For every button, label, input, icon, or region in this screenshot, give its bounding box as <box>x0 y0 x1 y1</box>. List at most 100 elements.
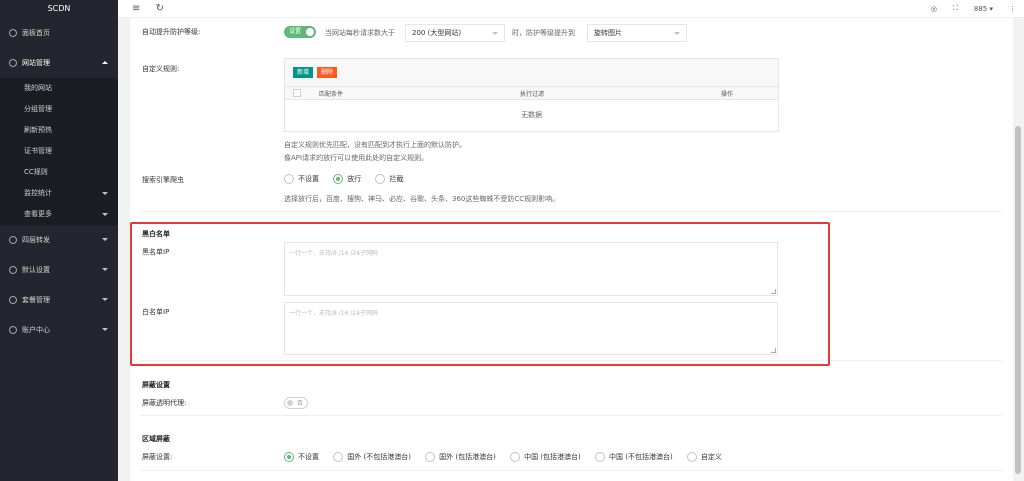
skin-icon[interactable]: ◎ <box>931 5 937 13</box>
column-header: 执行过滤 <box>520 90 545 98</box>
spider-note: 选择放行后，百度、搜狗、神马、必应、谷歌、头条、360这些蜘蛛不受防CC规则影响… <box>284 195 560 203</box>
threshold-value: 200 (大型网站) <box>412 29 462 37</box>
menu-toggle-icon[interactable]: ≡ <box>132 3 140 14</box>
home-icon <box>9 29 17 37</box>
region-title: 区域屏蔽 <box>142 435 170 443</box>
column-header: 匹配条件 <box>319 90 344 98</box>
blacklist-label: 黑名单IP <box>142 248 170 256</box>
divider <box>140 415 1002 416</box>
empty-state: 无数据 <box>521 111 542 119</box>
sidebar-subitem-groups[interactable]: 分组管理 <box>0 99 118 120</box>
radio-label: 中国 (包括港澳台) <box>524 453 581 461</box>
topbar: ≡ ↻ ◎ ⛶ 885 ▾ ⋮ <box>118 0 1024 18</box>
custom-rules-table: 新增 删除 匹配条件 执行过滤 操作 无数据 <box>284 58 779 132</box>
sidebar-item-sites[interactable]: 网站管理 <box>0 48 118 78</box>
select-all-checkbox[interactable] <box>293 89 301 97</box>
radio-icon <box>686 452 697 462</box>
radio-checked-icon <box>284 452 294 462</box>
region-radio-group: 不设置 国外 (不包括港澳台) 国外 (包括港澳台) 中国 (包括港澳台) 中国… <box>284 452 734 464</box>
auto-protect-text-after: 时，防护等级提升到 <box>512 29 575 37</box>
divider <box>140 211 1002 212</box>
spider-option-none[interactable]: 不设置 <box>284 174 319 184</box>
refresh-icon[interactable]: ↻ <box>156 3 164 14</box>
resize-grip-icon[interactable] <box>771 348 776 353</box>
region-option-foreign-incl[interactable]: 国外 (包括港澳台) <box>425 452 496 462</box>
sidebar-subitem-monitor[interactable]: 监控统计 <box>0 183 118 204</box>
add-rule-button[interactable]: 新增 <box>293 67 314 78</box>
chevron-down-icon <box>674 32 680 35</box>
fullscreen-icon[interactable]: ⛶ <box>953 4 958 13</box>
chevron-down-icon <box>102 328 108 331</box>
radio-icon <box>595 452 605 462</box>
textarea-placeholder: 一行一个，支持/8 /16 /24子网码 <box>289 250 378 257</box>
forward-icon <box>9 236 17 244</box>
protect-level-value: 旋转图片 <box>594 29 622 37</box>
radio-icon <box>510 452 521 462</box>
divider <box>140 470 1002 471</box>
region-option-china-excl[interactable]: 中国 (不包括港澳台) <box>595 452 673 462</box>
sidebar-item-packages[interactable]: 套餐管理 <box>0 285 118 315</box>
chevron-down-icon <box>102 238 108 241</box>
divider <box>140 360 1002 361</box>
sidebar-item-label: 监控统计 <box>24 189 52 197</box>
more-icon[interactable]: ⋮ <box>1009 5 1016 13</box>
spider-option-allow[interactable]: 放行 <box>333 174 361 184</box>
sidebar-item-account[interactable]: 账户中心 <box>0 315 118 345</box>
chevron-up-icon <box>102 61 108 64</box>
spider-radio-group: 不设置 放行 拦截 <box>284 174 415 186</box>
region-option-china-incl[interactable]: 中国 (包括港澳台) <box>510 452 581 462</box>
brand-logo: SCDN <box>0 0 118 18</box>
table-toolbar: 新增 删除 <box>285 59 778 87</box>
chevron-down-icon <box>102 213 108 216</box>
sidebar-item-label: 套餐管理 <box>22 296 50 304</box>
sidebar-subitem-refresh[interactable]: 刷新预热 <box>0 120 118 141</box>
radio-icon <box>284 174 294 184</box>
sidebar-subitem-certs[interactable]: 证书管理 <box>0 141 118 162</box>
settings-icon <box>9 266 17 274</box>
protect-level-select[interactable]: 旋转图片 <box>587 24 687 42</box>
sidebar-subitem-more[interactable]: 查看更多 <box>0 204 118 225</box>
radio-label: 拦截 <box>389 175 404 183</box>
region-option-foreign-excl[interactable]: 国外 (不包括港澳台) <box>333 452 411 462</box>
sidebar-item-defaults[interactable]: 默认设置 <box>0 255 118 285</box>
radio-checked-icon <box>333 174 344 184</box>
column-header: 操作 <box>721 90 734 98</box>
sidebar-item-label: 账户中心 <box>22 326 50 334</box>
user-icon <box>9 326 17 334</box>
whitelist-textarea[interactable]: 一行一个，支持/8 /16 /24子网码 <box>284 302 778 355</box>
spider-option-block[interactable]: 拦截 <box>375 174 403 184</box>
radio-label: 国外 (不包括港澳台) <box>347 453 411 461</box>
sidebar-item-label: 查看更多 <box>24 210 52 218</box>
package-icon <box>9 296 17 304</box>
radio-label: 不设置 <box>298 175 319 183</box>
sidebar-subitem-cc-rules[interactable]: CC规则 <box>0 162 118 183</box>
scrollbar[interactable] <box>1014 18 1022 481</box>
threshold-select[interactable]: 200 (大型网站) <box>405 24 505 42</box>
auto-protect-text-before: 当网站每秒请求数大于 <box>325 29 395 37</box>
radio-icon <box>333 452 344 462</box>
sidebar-item-home[interactable]: 面板首页 <box>0 18 118 48</box>
settings-card: 自动提升防护等级: 设置 当网站每秒请求数大于 200 (大型网站) 时，防护等… <box>130 18 1013 481</box>
sidebar-subitem-my-sites[interactable]: 我的网站 <box>0 78 118 99</box>
region-option-custom[interactable]: 自定义 <box>686 452 722 462</box>
region-label: 屏蔽设置: <box>142 453 173 461</box>
proxy-toggle[interactable]: 否 <box>284 397 308 409</box>
radio-icon <box>425 452 436 462</box>
region-option-none[interactable]: 不设置 <box>284 452 319 462</box>
blacklist-textarea[interactable]: 一行一个，支持/8 /16 /24子网码 <box>284 242 778 296</box>
auto-protect-toggle[interactable]: 设置 <box>284 26 316 38</box>
radio-label: 放行 <box>347 175 362 183</box>
scrollbar-thumb[interactable] <box>1015 126 1021 474</box>
sidebar-item-label: 网站管理 <box>22 59 50 67</box>
radio-label: 自定义 <box>700 453 722 461</box>
sidebar-item-l4-forward[interactable]: 四层转发 <box>0 225 118 255</box>
resize-grip-icon[interactable] <box>771 289 776 294</box>
sidebar: SCDN 面板首页 网站管理 我的网站 分组管理 刷新预热 证书管理 CC规则 … <box>0 0 118 481</box>
radio-label: 中国 (不包括港澳台) <box>609 453 673 461</box>
textarea-placeholder: 一行一个，支持/8 /16 /24子网码 <box>289 310 378 317</box>
auto-protect-label: 自动提升防护等级: <box>142 28 201 36</box>
user-menu[interactable]: 885 ▾ <box>974 5 993 13</box>
chevron-down-icon <box>492 32 498 35</box>
delete-rule-button[interactable]: 删除 <box>317 67 338 78</box>
sidebar-submenu: 我的网站 分组管理 刷新预热 证书管理 CC规则 监控统计 查看更多 <box>0 78 118 225</box>
